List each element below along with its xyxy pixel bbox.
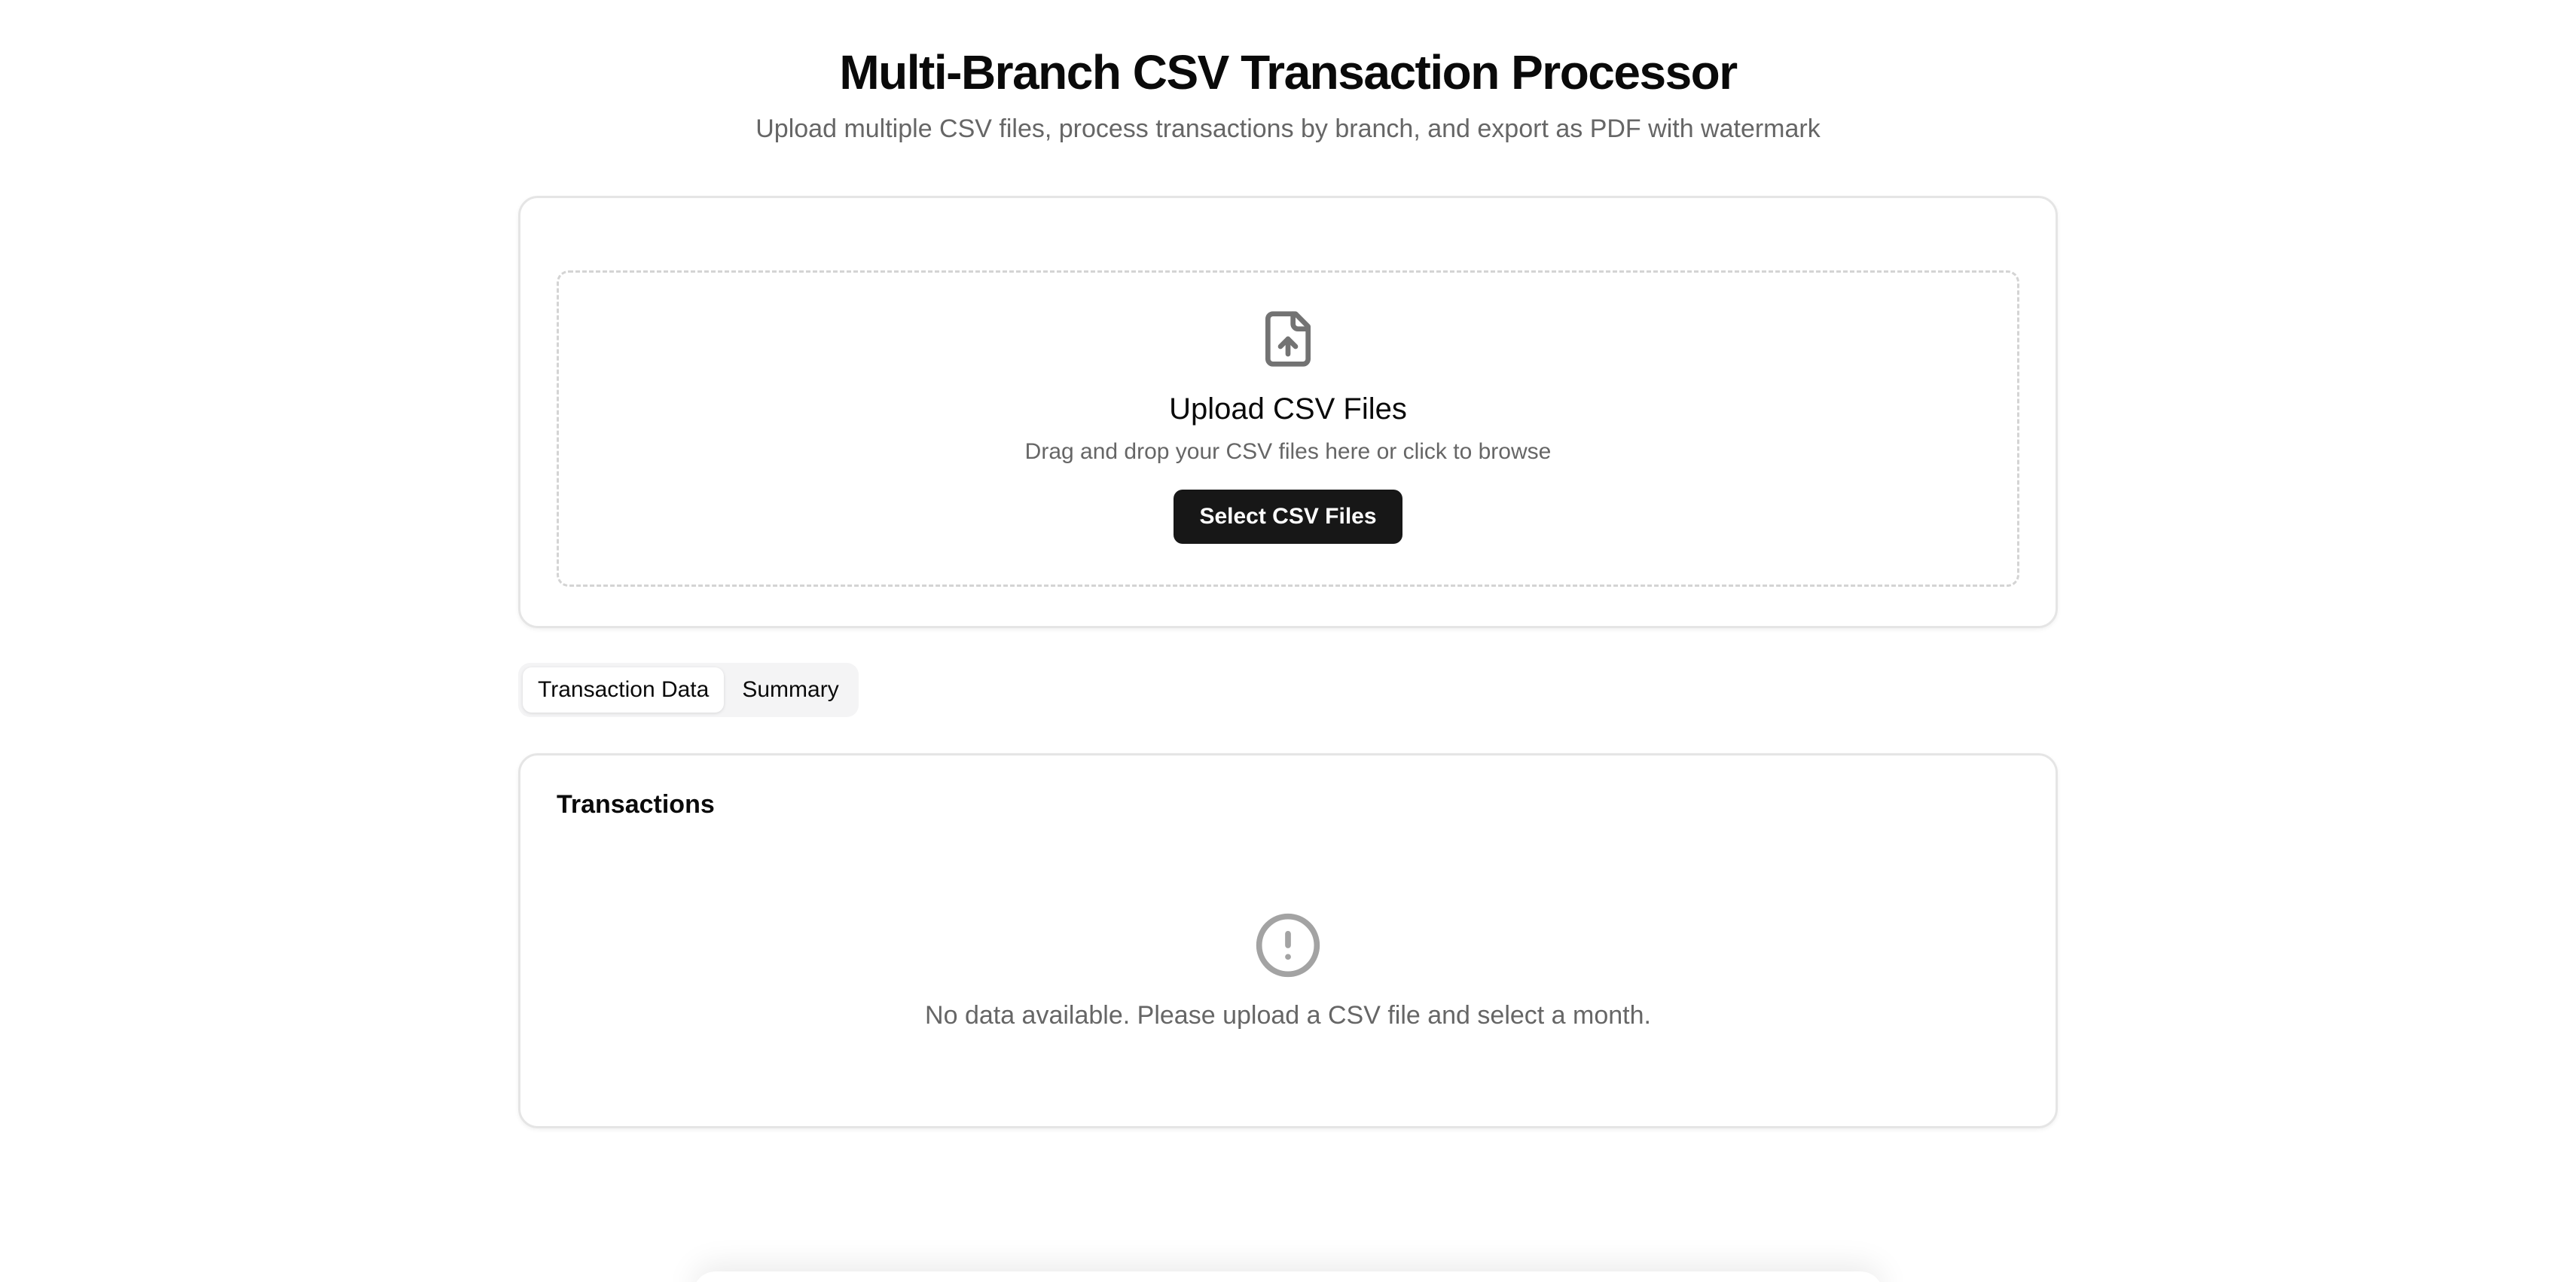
csv-dropzone[interactable]: Upload CSV Files Drag and drop your CSV … [557, 270, 2019, 587]
upload-title: Upload CSV Files [1169, 392, 1407, 426]
page: Multi-Branch CSV Transaction Processor U… [0, 0, 2576, 1282]
page-title: Multi-Branch CSV Transaction Processor [839, 45, 1738, 99]
page-subtitle: Upload multiple CSV files, process trans… [755, 114, 1821, 143]
empty-state: No data available. Please upload a CSV f… [520, 911, 2056, 1033]
transactions-title: Transactions [557, 790, 715, 819]
page-header: Multi-Branch CSV Transaction Processor U… [0, 41, 2576, 146]
upload-description: Drag and drop your CSV files here or cli… [1024, 439, 1552, 464]
upload-card: Upload CSV Files Drag and drop your CSV … [518, 196, 2058, 628]
transactions-card: Transactions No data available. Please u… [518, 753, 2058, 1128]
select-csv-files-button[interactable]: Select CSV Files [1174, 490, 1402, 544]
bottom-panel-edge [693, 1271, 1883, 1282]
tab-summary[interactable]: Summary [727, 667, 853, 713]
file-upload-icon [1265, 311, 1311, 367]
alert-circle-icon [1256, 913, 1320, 978]
empty-state-message: No data available. Please upload a CSV f… [925, 1001, 1651, 1030]
view-tabs: Transaction Data Summary [518, 663, 859, 717]
tab-transaction-data[interactable]: Transaction Data [523, 667, 725, 713]
